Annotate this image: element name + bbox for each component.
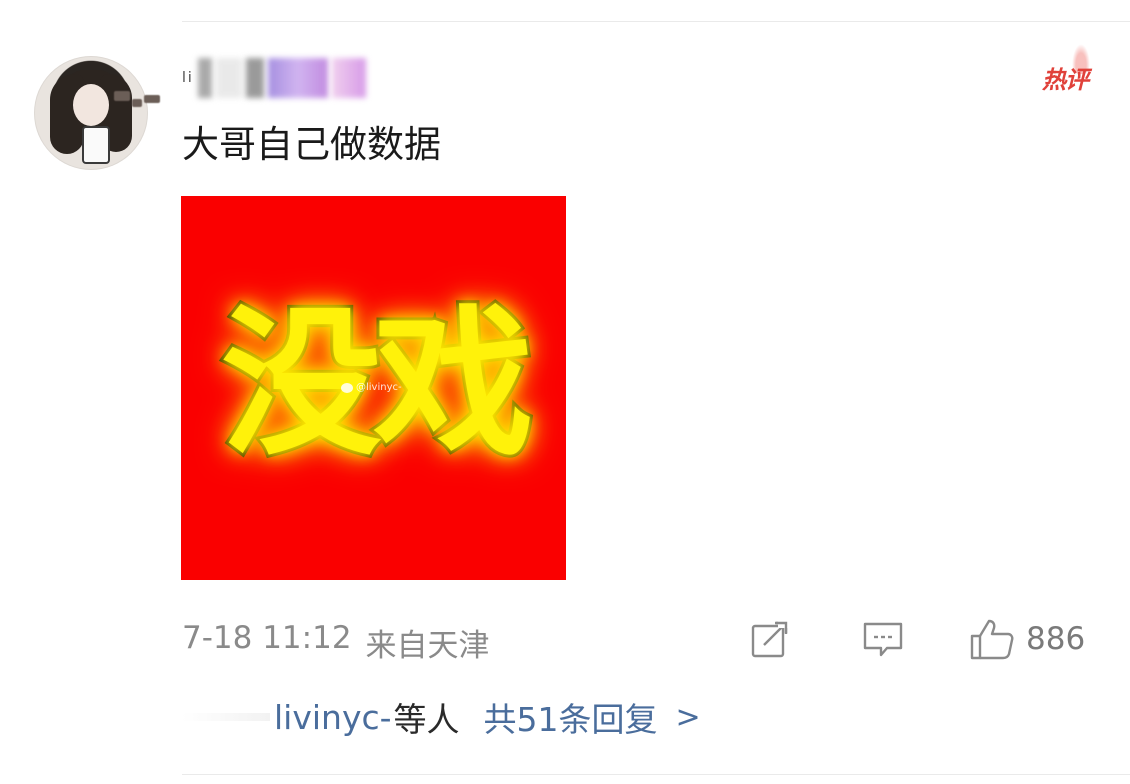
username-blur [245,58,264,98]
chevron-right-icon: > [675,699,701,735]
blurred-avatar-strip [182,713,270,721]
action-bar: 886 [0,614,1130,664]
share-icon [751,619,790,658]
comment-text: 大哥自己做数据 [182,123,441,166]
comment-icon [863,622,903,657]
user-avatar[interactable] [34,56,148,170]
avatar-face [73,84,109,126]
weibo-logo-icon [341,382,353,393]
image-watermark: @livinyc- [341,382,402,393]
thumbs-up-icon [970,619,1014,660]
avatar-cup [82,126,110,164]
hot-comment-badge: 热评 [1042,66,1089,94]
blurred-redaction [114,85,162,110]
username-blur [215,58,242,98]
comment-button[interactable] [860,614,906,664]
replier-suffix: 等人 [393,700,460,739]
username-blur [267,58,328,98]
share-button[interactable] [748,614,792,664]
username-blur [331,58,366,98]
replies-total-link[interactable]: 共51条回复 [484,693,658,741]
replies-row[interactable]: livinyc- 等人 共51条回复 > [182,694,701,740]
username[interactable]: li [182,58,432,98]
replier-name-link[interactable]: livinyc- [274,698,392,737]
comment-image[interactable]: 没戏 @livinyc- [181,196,566,580]
username-text: li [182,70,194,86]
username-blur [197,58,212,98]
watermark-text: @livinyc- [356,382,402,393]
divider-bottom [182,774,1130,775]
like-button[interactable]: 886 [968,614,1085,664]
divider-top [182,21,1130,22]
like-count: 886 [1026,621,1086,657]
